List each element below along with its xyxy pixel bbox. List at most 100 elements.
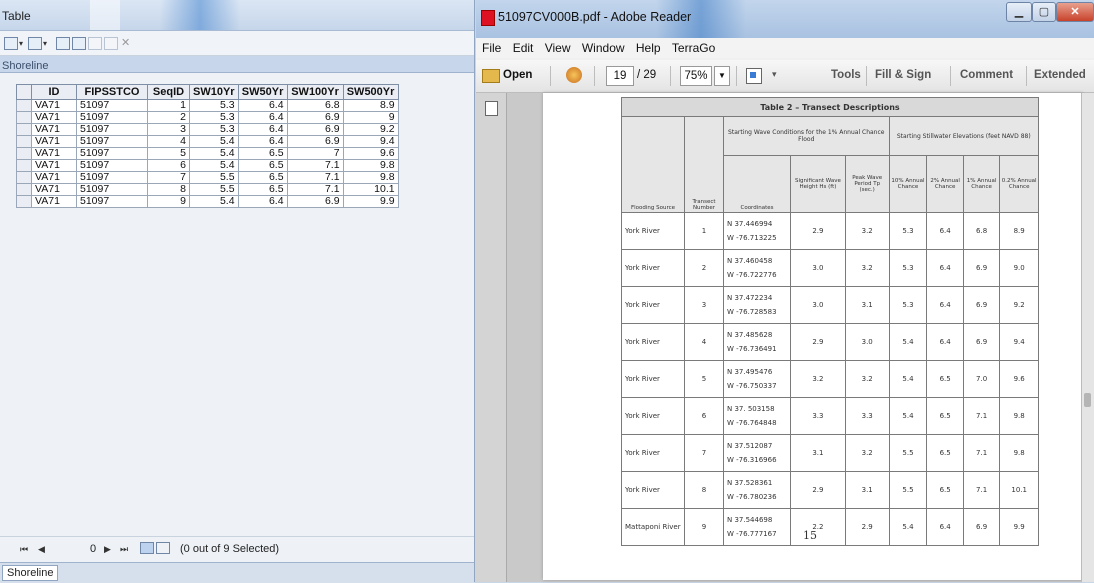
menu-help[interactable]: Help [636,38,661,58]
table-cell[interactable]: 6.5 [237,159,288,172]
table-cell[interactable]: VA71 [31,159,77,172]
table-cell[interactable]: 9 [147,195,190,208]
last-record-button[interactable]: ⏭ [120,544,128,555]
vertical-scrollbar[interactable] [1081,93,1094,582]
table-cell[interactable]: 51097 [76,183,148,196]
table-cell[interactable]: 9.8 [342,159,399,172]
table-cell[interactable]: 5.5 [189,171,239,184]
table-cell[interactable]: 9.6 [342,147,399,160]
table-cell[interactable]: VA71 [31,123,77,136]
table-cell[interactable]: 51097 [76,111,148,124]
table-row[interactable]: VA71 51097 8 5.5 6.5 7.1 10.1 [16,183,399,196]
menu-window[interactable]: Window [582,38,625,58]
table-cell[interactable]: VA71 [31,99,77,112]
table-cell[interactable]: 5.3 [189,123,239,136]
table-cell[interactable]: 5.3 [189,99,239,112]
select-all-cell[interactable] [16,84,32,100]
table-cell[interactable]: 5.5 [189,183,239,196]
table-titlebar[interactable]: Table [0,0,474,31]
column-header[interactable]: SW50Yr [237,84,288,100]
next-record-button[interactable]: ▶ [104,544,111,555]
table-cell[interactable]: 9.2 [342,123,399,136]
table-cell[interactable]: 51097 [76,159,148,172]
zoom-dropdown-icon[interactable]: ▼ [714,66,730,86]
table-cell[interactable]: 6.4 [237,195,288,208]
table-cell[interactable]: 51097 [76,123,148,136]
maximize-button[interactable]: ▢ [1032,2,1056,22]
open-button[interactable]: Open [503,69,532,81]
table-cell[interactable]: VA71 [31,147,77,160]
table-row[interactable]: VA71 51097 3 5.3 6.4 6.9 9.2 [16,123,399,136]
current-record-field[interactable]: 0 [90,543,96,555]
table-cell[interactable]: 51097 [76,171,148,184]
row-selector[interactable] [16,183,32,196]
table-cell[interactable]: 6.5 [237,147,288,160]
table-cell[interactable]: 6.5 [237,171,288,184]
table-cell[interactable]: VA71 [31,171,77,184]
share-icon[interactable] [566,67,582,83]
extended-button[interactable]: Extended [1034,69,1086,81]
table-cell[interactable]: 4 [147,135,190,148]
minimize-button[interactable]: ▁ [1006,2,1032,22]
row-selector[interactable] [16,171,32,184]
table-cell[interactable]: 6.5 [237,183,288,196]
table-cell[interactable]: 7.1 [286,183,344,196]
delete-selected-icon[interactable]: ✕ [121,36,130,49]
table-cell[interactable]: 6.9 [286,123,344,136]
table-cell[interactable]: 51097 [76,99,148,112]
chevron-down-icon[interactable]: ▾ [43,39,47,48]
show-selected-records-icon[interactable] [156,542,170,554]
table-cell[interactable]: VA71 [31,135,77,148]
table-cell[interactable]: 6.9 [286,111,344,124]
table-cell[interactable]: 6.9 [286,195,344,208]
column-header[interactable]: SW500Yr [342,84,399,100]
page-thumbnails-icon[interactable] [485,101,498,116]
row-selector[interactable] [16,135,32,148]
table-row[interactable]: VA71 51097 5 5.4 6.5 7 9.6 [16,147,399,160]
comment-button[interactable]: Comment [960,69,1013,81]
row-selector[interactable] [16,147,32,160]
table-cell[interactable]: 7.1 [286,171,344,184]
column-header[interactable]: SW10Yr [189,84,239,100]
table-cell[interactable]: 6.4 [237,123,288,136]
table-cell[interactable]: 51097 [76,147,148,160]
clear-selection-icon[interactable] [88,37,102,50]
tab-shoreline[interactable]: Shoreline [2,565,59,581]
table-cell[interactable]: 5 [147,147,190,160]
table-cell[interactable]: VA71 [31,195,77,208]
table-cell[interactable]: 51097 [76,135,148,148]
table-row[interactable]: VA71 51097 1 5.3 6.4 6.8 8.9 [16,99,399,112]
switch-selection-icon[interactable] [72,37,86,50]
row-selector[interactable] [16,195,32,208]
table-cell[interactable]: 5.4 [189,147,239,160]
row-selector[interactable] [16,123,32,136]
table-cell[interactable]: 6.4 [237,99,288,112]
table-cell[interactable]: 8.9 [342,99,399,112]
table-cell[interactable]: 7.1 [286,159,344,172]
table-cell[interactable]: 5.4 [189,195,239,208]
table-cell[interactable]: 2 [147,111,190,124]
row-selector[interactable] [16,111,32,124]
fit-page-icon[interactable] [746,68,762,84]
reader-titlebar[interactable]: 51097CV000B.pdf - Adobe Reader ▁ ▢ ✕ [476,0,1094,38]
menu-view[interactable]: View [545,38,571,58]
table-cell[interactable]: VA71 [31,111,77,124]
row-selector[interactable] [16,99,32,112]
table-cell[interactable]: 9.4 [342,135,399,148]
menu-file[interactable]: File [482,38,501,58]
table-cell[interactable]: 8 [147,183,190,196]
table-cell[interactable]: 7 [286,147,344,160]
menu-edit[interactable]: Edit [513,38,534,58]
zoom-level-input[interactable]: 75% [680,66,712,86]
menu-terrago[interactable]: TerraGo [672,38,715,58]
related-tables-icon[interactable] [28,37,42,50]
table-cell[interactable]: 5.4 [189,159,239,172]
table-cell[interactable]: 9 [342,111,399,124]
close-button[interactable]: ✕ [1056,2,1094,22]
select-by-attributes-icon[interactable] [56,37,70,50]
show-all-records-icon[interactable] [140,542,154,554]
column-header[interactable]: SW100Yr [286,84,344,100]
table-cell[interactable]: 9.9 [342,195,399,208]
table-cell[interactable]: 10.1 [342,183,399,196]
column-header[interactable]: ID [31,84,77,100]
